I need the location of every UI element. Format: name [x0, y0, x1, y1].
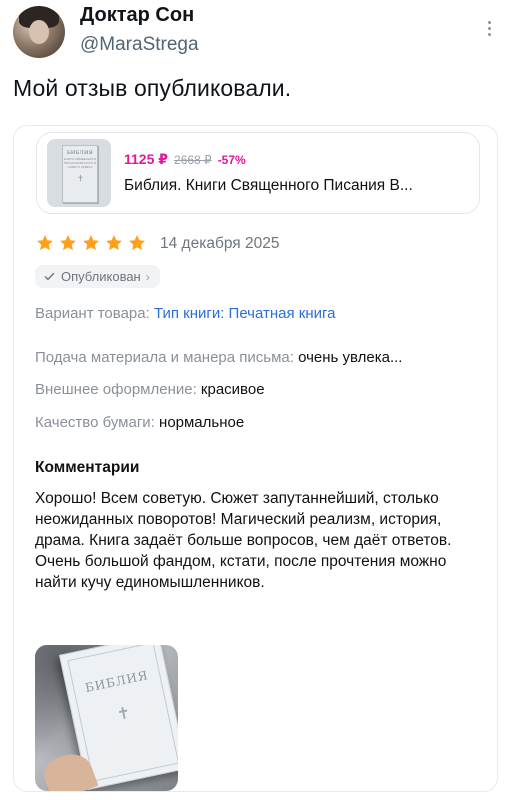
- chevron-right-icon: ›: [145, 269, 150, 284]
- price-current: 1125 ₽: [124, 151, 169, 167]
- comment-text: Хорошо! Всем советую. Сюжет запутаннейши…: [35, 490, 452, 591]
- book-cover: БИБЛИЯ КНИГИ СВЯЩЕННОГО ПИСАНИЯ ВЕТХОГО …: [62, 145, 98, 203]
- review-date: 14 декабря 2025: [160, 235, 280, 252]
- attribute-value: нормальное: [159, 414, 245, 431]
- star-icon: [35, 233, 55, 253]
- variant-label: Вариант товара:: [35, 305, 150, 322]
- attribute-label: Качество бумаги:: [35, 414, 155, 431]
- review-card: БИБЛИЯ КНИГИ СВЯЩЕННОГО ПИСАНИЯ ВЕТХОГО …: [13, 125, 498, 792]
- book-cover-title: БИБЛИЯ: [66, 150, 94, 156]
- attribute-value: красивое: [200, 381, 265, 398]
- attribute-label: Подача материала и манера письма:: [35, 349, 294, 366]
- product-name[interactable]: Библия. Книги Священного Писания В...: [124, 177, 413, 195]
- status-badge[interactable]: Опубликован ›: [35, 265, 160, 288]
- attribute-row: Внешнее оформление: красивое: [35, 381, 265, 398]
- product-card[interactable]: БИБЛИЯ КНИГИ СВЯЩЕННОГО ПИСАНИЯ ВЕТХОГО …: [36, 132, 480, 214]
- tweet-text: Мой отзыв опубликовали.: [13, 75, 292, 101]
- author-name[interactable]: Доктар Сон: [80, 4, 194, 27]
- tweet-header: Доктар Сон @MaraStrega: [13, 4, 496, 64]
- star-icon: [81, 233, 101, 253]
- star-icon: [104, 233, 124, 253]
- rating-stars: [35, 233, 150, 255]
- status-label: Опубликован: [61, 269, 141, 284]
- more-options-icon[interactable]: [482, 18, 496, 38]
- attribute-row: Качество бумаги: нормальное: [35, 414, 244, 431]
- check-icon: [43, 270, 56, 283]
- star-icon: [127, 233, 147, 253]
- price-old: 2668 ₽: [174, 153, 212, 167]
- variant-value-link[interactable]: Тип книги: Печатная книга: [154, 305, 336, 322]
- cross-icon: ✝: [77, 174, 84, 183]
- author-handle[interactable]: @MaraStrega: [80, 34, 199, 56]
- attribute-label: Внешнее оформление:: [35, 381, 197, 398]
- product-thumbnail: БИБЛИЯ КНИГИ СВЯЩЕННОГО ПИСАНИЯ ВЕТХОГО …: [47, 139, 111, 207]
- attribute-row: Подача материала и манера письма: очень …: [35, 349, 402, 366]
- discount-badge: -57%: [217, 153, 246, 167]
- star-icon: [58, 233, 78, 253]
- avatar-face: [29, 20, 49, 44]
- review-photo[interactable]: БИБЛИЯ ✝: [35, 645, 178, 791]
- avatar[interactable]: [13, 6, 65, 58]
- product-variant: Вариант товара: Тип книги: Печатная книг…: [35, 305, 335, 322]
- attribute-value: очень увлека...: [298, 349, 403, 366]
- comments-heading: Комментарии: [35, 459, 140, 476]
- price-row: 1125 ₽ 2668 ₽ -57%: [124, 151, 246, 168]
- book-cover-subtitle: КНИГИ СВЯЩЕННОГО ПИСАНИЯ ВЕТХОГО И НОВОГ…: [63, 157, 97, 169]
